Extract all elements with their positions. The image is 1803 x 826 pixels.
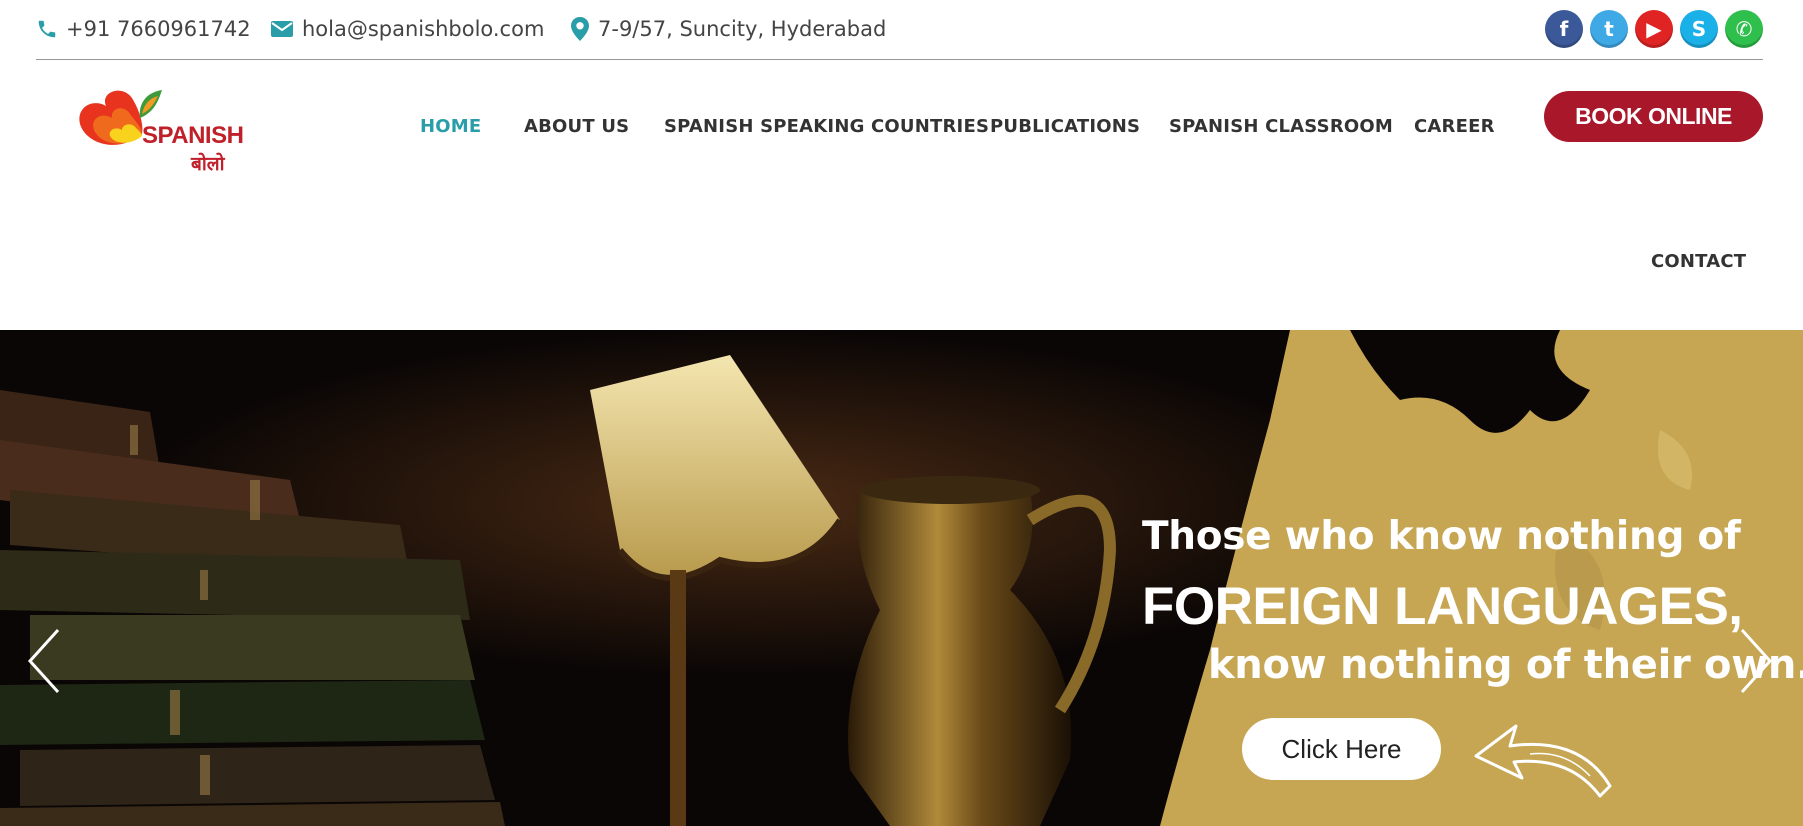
nav-career[interactable]: CAREER [1414, 116, 1495, 137]
logo-subtext: बोलो [191, 153, 225, 175]
email-contact[interactable]: hola@spanishbolo.com [270, 14, 544, 44]
skype-icon[interactable]: S [1680, 10, 1718, 48]
hand-drawn-arrow-icon [1474, 724, 1612, 798]
hero-headline-line1: Those who know nothing of [1142, 514, 1741, 559]
logo-text: SPANISH [142, 122, 244, 149]
social-links: f t ▶ S ✆ [1545, 10, 1763, 48]
book-online-button[interactable]: BOOK ONLINE [1544, 91, 1763, 142]
hero-headline-line3: know nothing of their own. [1208, 642, 1803, 688]
nav-publications[interactable]: PUBLICATIONS [990, 116, 1140, 137]
youtube-icon[interactable]: ▶ [1635, 10, 1673, 48]
nav-contact[interactable]: CONTACT [1651, 251, 1746, 272]
nav-about-us[interactable]: ABOUT US [524, 116, 629, 137]
hero-headline-line2: FOREIGN LANGUAGES, [1142, 577, 1743, 636]
whatsapp-icon[interactable]: ✆ [1725, 10, 1763, 48]
phone-number: +91 7660961742 [66, 17, 251, 41]
address-contact: 7-9/57, Suncity, Hyderabad [570, 14, 886, 44]
address-text: 7-9/57, Suncity, Hyderabad [598, 17, 887, 41]
nav-spanish-speaking-countries[interactable]: SPANISH SPEAKING COUNTRIES [664, 116, 989, 137]
phone-contact[interactable]: +91 7660961742 [36, 14, 251, 44]
email-address: hola@spanishbolo.com [302, 17, 545, 41]
facebook-icon[interactable]: f [1545, 10, 1583, 48]
phone-icon [36, 18, 58, 40]
map-pin-icon [570, 17, 590, 41]
twitter-icon[interactable]: t [1590, 10, 1628, 48]
nav-home[interactable]: HOME [420, 116, 481, 137]
nav-spanish-classroom[interactable]: SPANISH CLASSROOM [1169, 116, 1393, 137]
slider-prev-arrow-icon[interactable] [24, 626, 64, 696]
click-here-button[interactable]: Click Here [1242, 718, 1441, 780]
top-contact-bar: +91 7660961742 hola@spanishbolo.com 7-9/… [36, 0, 1763, 60]
site-logo[interactable]: SPANISH बोलो [78, 84, 248, 176]
envelope-icon [270, 19, 294, 39]
